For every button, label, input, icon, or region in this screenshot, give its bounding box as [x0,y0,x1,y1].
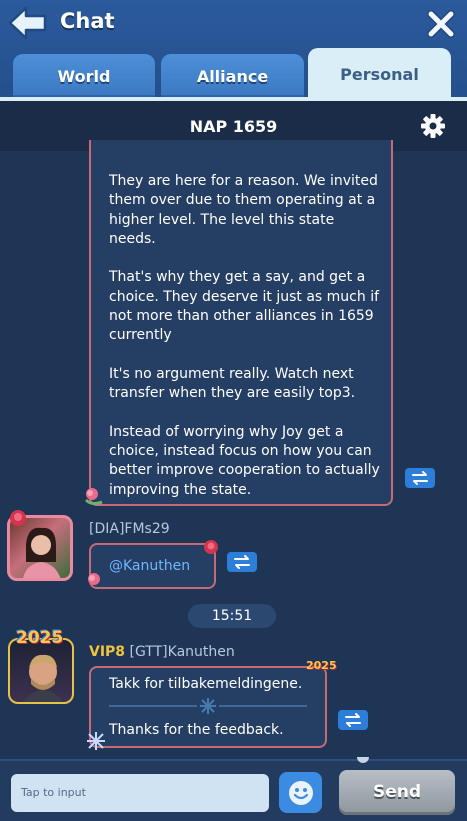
close-icon [427,10,455,38]
emoji-button[interactable] [279,772,322,813]
translation-divider [219,705,307,707]
send-button[interactable]: Send [339,770,455,815]
message-input[interactable]: Tap to input [11,774,269,812]
avatar-portrait [23,654,63,702]
rose-icon [10,510,26,526]
back-arrow-icon [8,6,47,40]
sender-name[interactable]: VIP8 [GTT]Kanuthen [89,644,235,660]
translate-icon [412,471,428,485]
tab-personal[interactable]: Personal [308,48,451,100]
translate-button[interactable] [338,710,368,730]
translate-icon [345,713,361,727]
page-title: Chat [60,9,115,33]
channel-title: NAP 1659 [189,117,278,136]
timestamp: 15:51 [188,604,276,628]
rose-icon [84,488,103,506]
sender-name[interactable]: [DIA]FMs29 [89,521,170,537]
translation-divider [109,705,197,707]
snowflake-icon [200,698,216,714]
rose-icon [204,540,218,554]
close-button[interactable] [427,10,455,38]
tab-world[interactable]: World [13,54,155,98]
mention-link[interactable]: @Kanuthen [109,558,190,574]
message-original-text: Takk for tilbakemeldingene. [109,676,303,692]
snowflake-icon [87,732,105,750]
year-badge: 2025 [16,628,64,648]
translate-button[interactable] [405,468,435,488]
translate-icon [234,555,250,569]
translate-button[interactable] [227,552,257,572]
sender-name-text: [GTT]Kanuthen [129,644,235,660]
tab-alliance[interactable]: Alliance [161,54,304,98]
header: Chat World Alliance Personal [0,0,467,100]
message-translation-text: Thanks for the feedback. [109,722,284,738]
vip-level: VIP8 [89,644,126,660]
message-text: They are here for a reason. We invited t… [109,173,380,498]
rose-icon [88,573,100,585]
back-button[interactable] [6,4,48,42]
gear-icon [421,114,445,138]
year-badge: 2025 [306,659,337,672]
settings-button[interactable] [420,113,446,139]
emoji-icon [288,780,313,805]
